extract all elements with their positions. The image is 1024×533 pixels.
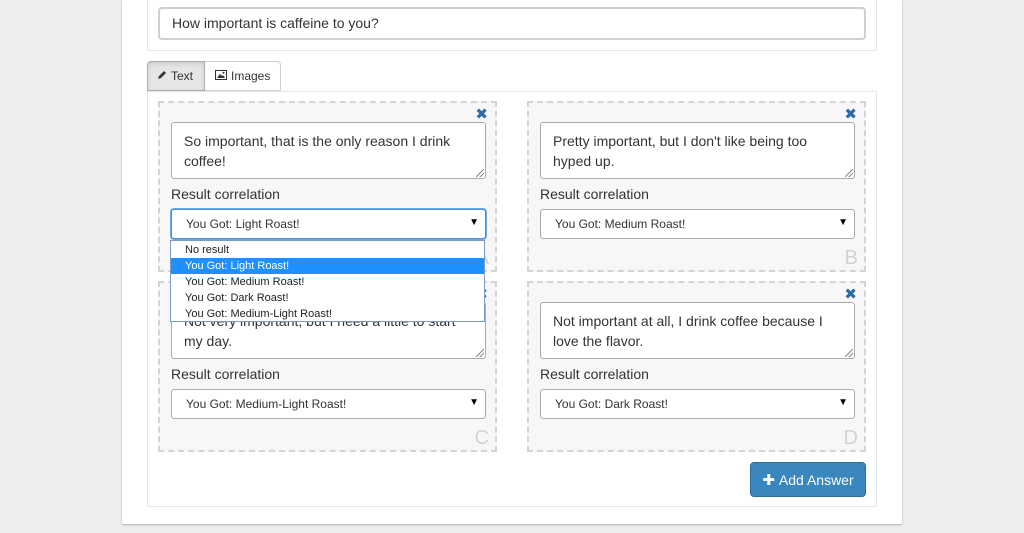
dropdown-option[interactable]: You Got: Medium Roast! <box>171 274 484 290</box>
answer-text: So important, that is the only reason I … <box>184 133 451 169</box>
answer-type-tabs: Text Images <box>147 61 281 91</box>
resize-handle[interactable] <box>476 349 484 357</box>
result-select[interactable]: You Got: Medium-Light Roast! ▼ <box>171 389 486 419</box>
pencil-icon <box>157 69 167 83</box>
result-select-value: You Got: Dark Roast! <box>555 397 668 411</box>
close-icon[interactable]: ✖ <box>475 107 488 123</box>
close-icon[interactable]: ✖ <box>844 107 857 123</box>
resize-handle[interactable] <box>476 169 484 177</box>
answer-text-field[interactable]: Pretty important, but I don't like being… <box>540 122 855 179</box>
question-input[interactable]: How important is caffeine to you? <box>158 7 866 40</box>
answer-text-field[interactable]: So important, that is the only reason I … <box>171 122 486 179</box>
dropdown-arrow-icon: ▼ <box>469 397 479 408</box>
dropdown-arrow-icon: ▼ <box>469 217 479 228</box>
result-correlation-label: Result correlation <box>540 186 649 202</box>
answer-text-field[interactable]: Not important at all, I drink coffee bec… <box>540 302 855 359</box>
answer-letter: C <box>474 427 489 449</box>
result-select-value: You Got: Medium Roast! <box>555 217 686 231</box>
result-correlation-label: Result correlation <box>540 366 649 382</box>
resize-handle[interactable] <box>845 349 853 357</box>
result-select-value: You Got: Medium-Light Roast! <box>186 397 347 411</box>
dropdown-option[interactable]: No result <box>171 242 484 258</box>
dropdown-option[interactable]: You Got: Medium-Light Roast! <box>171 306 484 322</box>
result-select-value: You Got: Light Roast! <box>186 217 300 231</box>
result-dropdown-list: No result You Got: Light Roast! You Got:… <box>170 240 485 322</box>
resize-handle[interactable] <box>845 169 853 177</box>
result-select[interactable]: You Got: Light Roast! ▼ <box>171 209 486 239</box>
tab-images[interactable]: Images <box>205 61 281 91</box>
add-answer-label: Add Answer <box>778 471 854 488</box>
dropdown-option[interactable]: You Got: Dark Roast! <box>171 290 484 306</box>
answer-letter: B <box>844 247 858 269</box>
result-correlation-label: Result correlation <box>171 186 280 202</box>
dropdown-option-selected[interactable]: You Got: Light Roast! <box>171 258 484 274</box>
plus-icon: ✚ <box>762 471 775 489</box>
add-answer-button[interactable]: ✚ Add Answer <box>750 462 866 497</box>
answer-text: Not important at all, I drink coffee bec… <box>553 313 823 349</box>
result-select[interactable]: You Got: Dark Roast! ▼ <box>540 389 855 419</box>
answer-text: Pretty important, but I don't like being… <box>553 133 808 169</box>
tab-images-label: Images <box>231 69 271 83</box>
dropdown-arrow-icon: ▼ <box>838 397 848 408</box>
tab-text-label: Text <box>171 69 194 83</box>
close-icon[interactable]: ✖ <box>844 287 857 303</box>
answer-card: ✖ Pretty important, but I don't like bei… <box>527 101 866 272</box>
tab-text[interactable]: Text <box>147 61 205 91</box>
answer-card: ✖ Not important at all, I drink coffee b… <box>527 281 866 452</box>
dropdown-arrow-icon: ▼ <box>838 217 848 228</box>
result-select[interactable]: You Got: Medium Roast! ▼ <box>540 209 855 239</box>
image-icon <box>215 69 227 83</box>
result-correlation-label: Result correlation <box>171 366 280 382</box>
answer-letter: D <box>843 427 858 449</box>
